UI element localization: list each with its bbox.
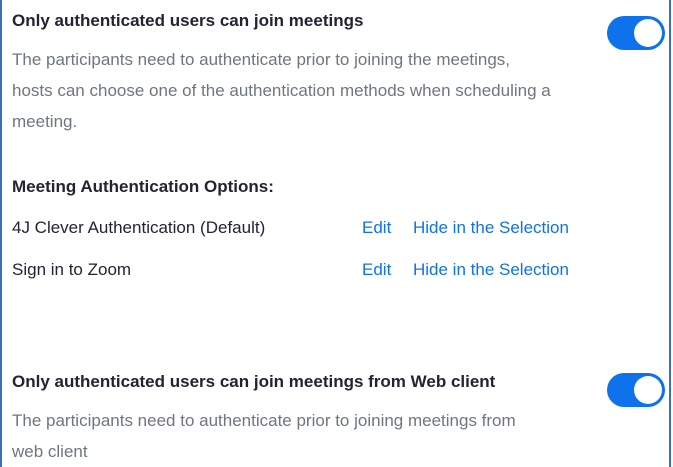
auth-options-title: Meeting Authentication Options:: [12, 177, 274, 196]
settings-panel: Only authenticated users can join meetin…: [0, 0, 671, 467]
toggle-knob: [634, 19, 662, 47]
setting-description: The participants need to authenticate pr…: [12, 411, 516, 461]
authenticated-web-join-toggle[interactable]: [607, 373, 665, 407]
hide-in-selection-link[interactable]: Hide in the Selection: [413, 258, 569, 282]
auth-option-row: 4J Clever Authentication (Default) Edit …: [12, 216, 632, 240]
auth-option-name: 4J Clever Authentication (Default): [12, 218, 266, 237]
hide-in-selection-link[interactable]: Hide in the Selection: [413, 216, 569, 240]
auth-option-name: Sign in to Zoom: [12, 260, 132, 279]
authenticated-join-toggle[interactable]: [607, 16, 665, 50]
setting-authenticated-join: Only authenticated users can join meetin…: [12, 10, 659, 137]
toggle-knob: [634, 376, 662, 404]
edit-link[interactable]: Edit: [362, 258, 391, 282]
edit-link[interactable]: Edit: [362, 216, 391, 240]
setting-description: The participants need to authenticate pr…: [12, 50, 551, 131]
setting-title: Only authenticated users can join meetin…: [12, 11, 364, 30]
setting-authenticated-web-join: Only authenticated users can join meetin…: [12, 371, 659, 467]
auth-option-row: Sign in to Zoom Edit Hide in the Selecti…: [12, 258, 632, 282]
setting-title: Only authenticated users can join meetin…: [12, 372, 496, 391]
